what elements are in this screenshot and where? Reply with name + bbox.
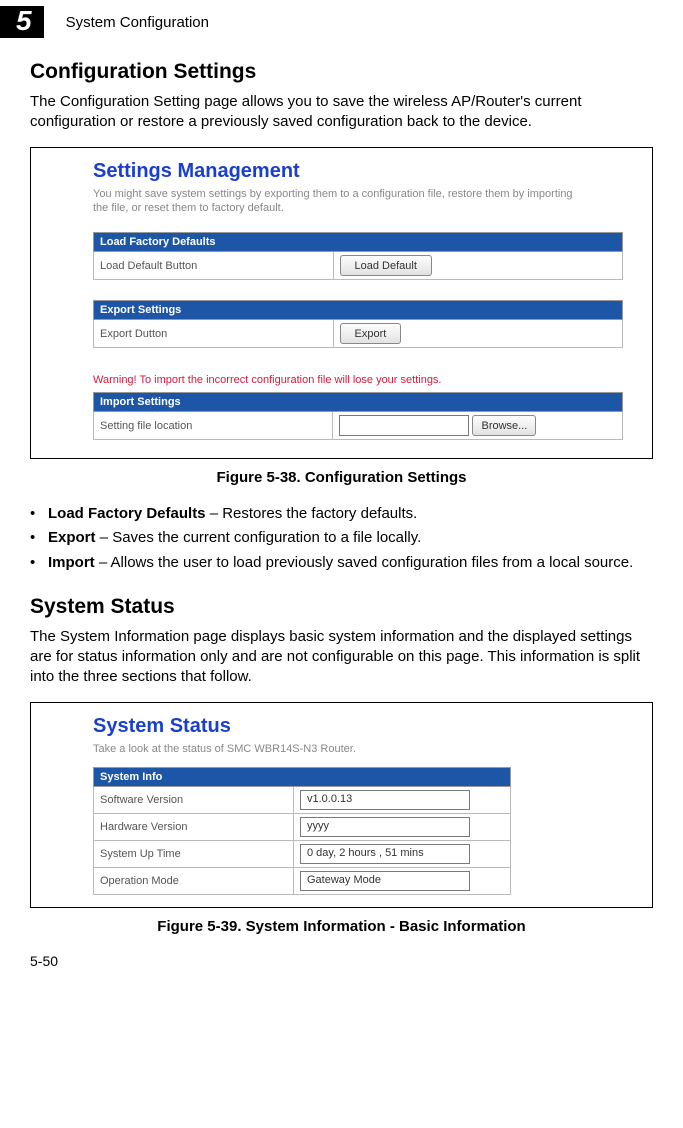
export-label: Export Dutton <box>94 320 334 348</box>
section-system-status-title: System Status <box>30 595 653 619</box>
import-file-input[interactable] <box>339 415 469 436</box>
page-number: 5-50 <box>30 953 683 969</box>
system-status-desc: Take a look at the status of SMC WBR14S-… <box>93 742 583 757</box>
chapter-title: System Configuration <box>66 14 209 31</box>
system-info-table: System Info Software Version v1.0.0.13 H… <box>93 767 511 895</box>
section-system-status-intro: The System Information page displays bas… <box>30 627 653 688</box>
export-button[interactable]: Export <box>340 323 402 344</box>
figure-5-38-caption: Figure 5-38. Configuration Settings <box>30 469 653 486</box>
system-up-time-value: 0 day, 2 hours , 51 mins <box>300 844 470 864</box>
export-settings-table: Export Settings Export Dutton Export <box>93 300 623 348</box>
system-info-header: System Info <box>94 767 511 786</box>
import-settings-header: Import Settings <box>94 393 623 412</box>
settings-management-desc: You might save system settings by export… <box>93 187 583 217</box>
system-up-time-label: System Up Time <box>94 840 294 867</box>
figure-5-39-box: System Status Take a look at the status … <box>30 702 653 908</box>
load-default-button[interactable]: Load Default <box>340 255 432 276</box>
list-item: •Export – Saves the current configuratio… <box>30 528 653 548</box>
section-configuration-settings-title: Configuration Settings <box>30 60 653 84</box>
import-settings-table: Import Settings Setting file location Br… <box>93 392 623 440</box>
import-warning: Warning! To import the incorrect configu… <box>93 374 640 386</box>
operation-mode-label: Operation Mode <box>94 867 294 894</box>
system-status-title: System Status <box>93 715 640 738</box>
load-default-label: Load Default Button <box>94 252 334 280</box>
chapter-number: 5 <box>0 6 44 38</box>
hardware-version-label: Hardware Version <box>94 813 294 840</box>
list-item: •Import – Allows the user to load previo… <box>30 553 653 573</box>
hardware-version-value: yyyy <box>300 817 470 837</box>
figure-5-38-box: Settings Management You might save syste… <box>30 147 653 460</box>
settings-management-title: Settings Management <box>93 160 640 183</box>
load-defaults-header: Load Factory Defaults <box>94 233 623 252</box>
export-settings-header: Export Settings <box>94 301 623 320</box>
software-version-label: Software Version <box>94 786 294 813</box>
list-item: •Load Factory Defaults – Restores the fa… <box>30 504 653 524</box>
section-configuration-settings-intro: The Configuration Setting page allows yo… <box>30 92 653 133</box>
import-label: Setting file location <box>94 412 333 440</box>
browse-button[interactable]: Browse... <box>472 415 536 436</box>
software-version-value: v1.0.0.13 <box>300 790 470 810</box>
features-list: •Load Factory Defaults – Restores the fa… <box>30 504 653 573</box>
load-defaults-table: Load Factory Defaults Load Default Butto… <box>93 232 623 280</box>
operation-mode-value: Gateway Mode <box>300 871 470 891</box>
chapter-header: 5 System Configuration <box>0 6 683 38</box>
figure-5-39-caption: Figure 5-39. System Information - Basic … <box>30 918 653 935</box>
